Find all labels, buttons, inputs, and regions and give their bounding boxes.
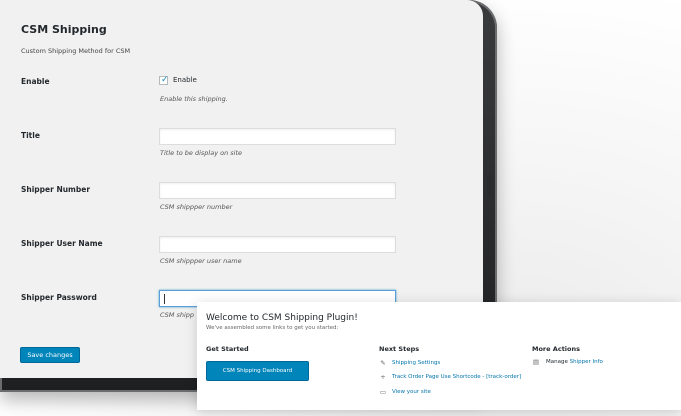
welcome-panel: Welcome to CSM Shipping Plugin! We've as…: [197, 302, 681, 410]
more-actions-heading: More Actions: [532, 345, 580, 353]
checkmark-icon: ✓: [161, 75, 169, 85]
shipping-settings-link[interactable]: Shipping Settings: [392, 360, 440, 366]
tablet-side-button: [487, 175, 491, 197]
welcome-title: Welcome to CSM Shipping Plugin!: [206, 313, 358, 323]
shipper-user-name-input[interactable]: [159, 236, 396, 253]
page-description: Custom Shipping Method for CSM: [21, 47, 131, 55]
title-help: Title to be display on site: [160, 149, 243, 157]
welcome-subtitle: We've assembled some links to get you st…: [206, 325, 339, 331]
enable-checkbox-label[interactable]: Enable: [173, 76, 197, 84]
page-title: CSM Shipping: [21, 23, 107, 36]
manage-shipper-info-text: Manage Shipper Info: [546, 359, 603, 365]
shipper-password-help: CSM shipp: [160, 311, 195, 319]
shipper-user-name-label: Shipper User Name: [21, 239, 103, 248]
dashboard-icon: ▤: [532, 358, 540, 366]
shipper-number-input[interactable]: [159, 182, 396, 199]
shipper-user-name-help: CSM shippper user name: [160, 257, 242, 265]
enable-help: Enable this shipping.: [160, 95, 228, 103]
save-changes-button[interactable]: Save changes: [20, 347, 80, 363]
monitor-icon: ▭: [379, 388, 387, 396]
title-label: Title: [21, 131, 40, 140]
track-order-link[interactable]: Track Order Page Use Shortcode - [track-…: [392, 374, 521, 380]
next-steps-heading: Next Steps: [379, 345, 420, 353]
manage-prefix: Manage: [546, 359, 570, 365]
title-input[interactable]: [159, 128, 396, 145]
plus-icon: +: [380, 373, 386, 381]
edit-icon: ✎: [380, 359, 386, 367]
enable-checkbox[interactable]: ✓: [159, 75, 169, 85]
shipping-dashboard-button[interactable]: CSM Shipping Dashboard: [206, 361, 309, 381]
shipper-number-label: Shipper Number: [21, 185, 91, 194]
shipper-number-help: CSM shippper number: [160, 203, 233, 211]
shipper-password-label: Shipper Password: [21, 293, 97, 302]
enable-label: Enable: [21, 77, 50, 86]
get-started-heading: Get Started: [206, 345, 249, 353]
view-site-link[interactable]: View your site: [392, 389, 431, 395]
shipper-info-link[interactable]: Shipper Info: [570, 359, 603, 365]
text-caret: [164, 294, 165, 304]
